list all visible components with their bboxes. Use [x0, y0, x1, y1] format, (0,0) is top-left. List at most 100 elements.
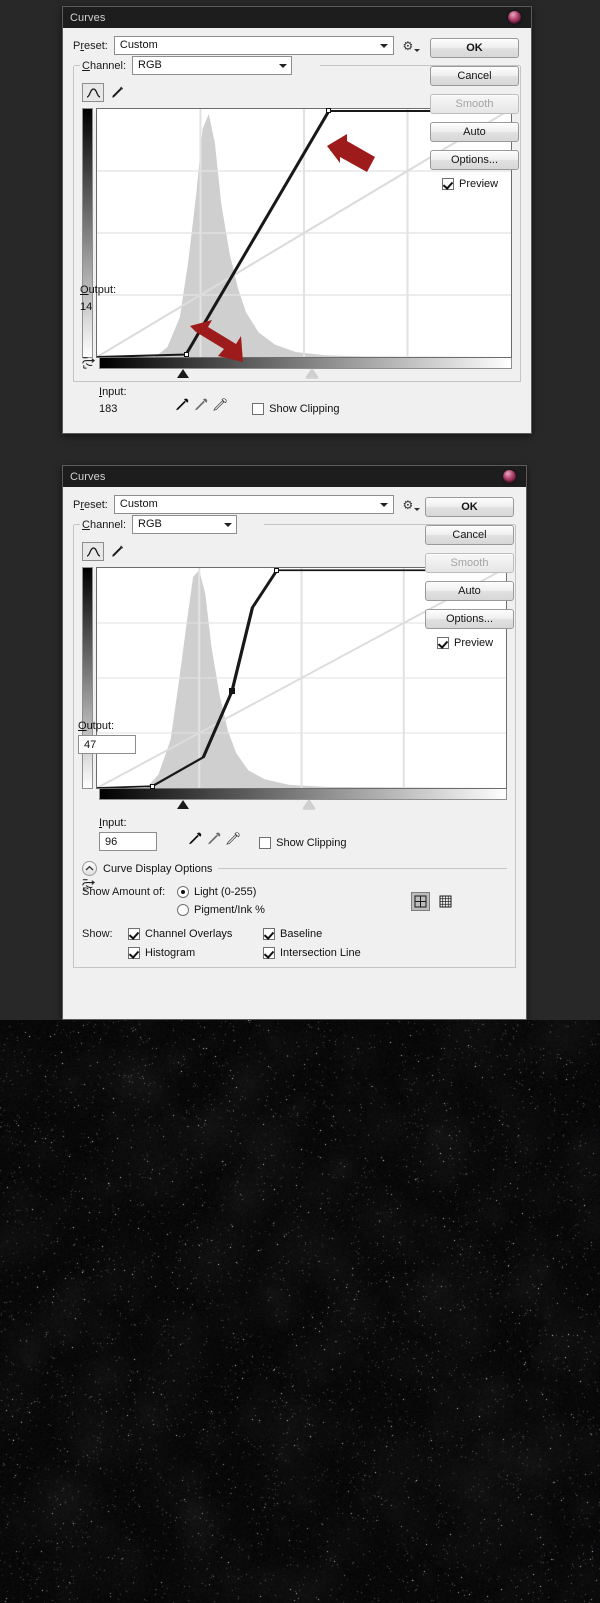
grid-tenths-button[interactable] — [436, 892, 455, 911]
white-point-eyedropper-icon[interactable] — [212, 396, 228, 412]
baseline-checkbox[interactable] — [263, 928, 275, 940]
dialog-titlebar[interactable]: Curves — [63, 466, 526, 487]
histogram-row[interactable]: Histogram — [128, 947, 253, 959]
curve-draw-tool-button[interactable] — [82, 83, 104, 102]
light-label: Light (0-255) — [194, 886, 257, 898]
gear-icon[interactable]: ⚙ — [400, 38, 420, 54]
pigment-label: Pigment/Ink % — [194, 904, 265, 916]
channel-label: Channel: — [82, 518, 127, 531]
pencil-tool-button[interactable] — [106, 83, 128, 102]
output-field[interactable]: 47 — [78, 735, 136, 754]
preset-value: Custom — [119, 498, 158, 510]
pencil-icon — [111, 545, 123, 557]
channel-select[interactable]: RGB — [132, 515, 238, 534]
white-point-eyedropper-icon[interactable] — [225, 830, 241, 846]
output-label: Output: — [78, 720, 115, 732]
input-label: Input: — [99, 817, 127, 829]
white-point-slider[interactable] — [305, 369, 318, 378]
auto-button[interactable]: Auto — [425, 581, 514, 601]
smooth-curve-values-icon[interactable] — [80, 353, 97, 373]
chevron-down-icon[interactable] — [221, 516, 234, 533]
grid-quarters-button[interactable] — [411, 892, 430, 911]
gray-point-eyedropper-icon[interactable] — [206, 830, 222, 846]
gear-icon[interactable]: ⚙ — [400, 497, 420, 513]
black-point-slider[interactable] — [177, 369, 190, 378]
show-clipping-label: Show Clipping — [276, 837, 347, 849]
chevron-down-icon[interactable] — [276, 57, 289, 74]
white-point-slider[interactable] — [303, 800, 315, 809]
curve-draw-tool-button[interactable] — [82, 542, 104, 561]
input-label: Input: — [99, 386, 127, 398]
histogram-checkbox[interactable] — [128, 947, 140, 959]
ok-button[interactable]: OK — [425, 497, 514, 517]
channel-label: Channel: — [82, 59, 127, 72]
dialog-title: Curves — [70, 11, 106, 24]
smooth-curve-values-icon[interactable] — [80, 875, 97, 895]
close-icon[interactable] — [508, 11, 521, 24]
channel-select[interactable]: RGB — [132, 56, 293, 75]
preset-label: Preset: — [73, 39, 108, 52]
preview-row[interactable]: Preview — [442, 178, 519, 190]
show-clipping-checkbox[interactable] — [259, 837, 272, 849]
preview-row[interactable]: Preview — [437, 637, 514, 649]
curve-display-options-title: Curve Display Options — [103, 862, 213, 875]
preview-checkbox[interactable] — [442, 178, 454, 190]
channel-overlays-checkbox[interactable] — [128, 928, 140, 940]
dialog-titlebar[interactable]: Curves — [63, 7, 531, 28]
curve-display-options-header[interactable]: Curve Display Options — [82, 861, 507, 876]
show-clipping-row[interactable]: Show Clipping — [259, 837, 346, 849]
cancel-button[interactable]: Cancel — [430, 66, 519, 86]
control-point-low[interactable] — [149, 783, 155, 789]
cancel-button[interactable]: Cancel — [425, 525, 514, 545]
black-point-eyedropper-icon[interactable] — [187, 830, 203, 846]
eyedropper-group — [174, 396, 228, 415]
input-field[interactable]: 96 — [99, 832, 157, 851]
black-point-eyedropper-icon[interactable] — [174, 396, 190, 412]
show-clipping-row[interactable]: Show Clipping — [252, 403, 339, 415]
input-gradient-bar — [99, 789, 507, 800]
channel-overlays-row[interactable]: Channel Overlays — [128, 928, 253, 940]
control-point-high[interactable] — [326, 108, 332, 114]
preset-select[interactable]: Custom — [113, 36, 394, 55]
output-group: Output: 14 — [80, 284, 116, 313]
input-row: Input: 96 Show Clipping — [82, 817, 507, 851]
dialog-buttons-2: OK Cancel Smooth Auto Options... Preview — [425, 497, 514, 649]
input-row: Input: 183 Show Clipping — [82, 386, 512, 415]
gray-point-eyedropper-icon[interactable] — [193, 396, 209, 412]
preview-checkbox[interactable] — [437, 637, 449, 649]
preset-select[interactable]: Custom — [113, 495, 394, 514]
options-button[interactable]: Options... — [430, 150, 519, 170]
show-clipping-checkbox[interactable] — [252, 403, 265, 415]
control-point-high[interactable] — [274, 567, 280, 573]
eyedropper-group — [187, 830, 241, 849]
options-button[interactable]: Options... — [425, 609, 514, 629]
show-clipping-label: Show Clipping — [269, 403, 340, 415]
baseline-row[interactable]: Baseline — [263, 928, 361, 940]
input-sliders[interactable] — [99, 369, 512, 380]
intersection-line-checkbox[interactable] — [263, 947, 275, 959]
curves-dialog-1[interactable]: Curves Preset: Custom ⚙ Channel: RGB Out… — [62, 6, 532, 434]
chevron-down-icon[interactable] — [378, 496, 391, 513]
ok-button[interactable]: OK — [430, 38, 519, 58]
control-point-low[interactable] — [183, 352, 189, 358]
input-sliders[interactable] — [99, 800, 507, 811]
radio-light-row[interactable]: Light (0-255) — [177, 886, 411, 898]
curve-icon — [86, 546, 100, 557]
black-point-slider[interactable] — [176, 800, 189, 809]
output-value: 14 — [80, 301, 93, 313]
curves-dialog-2[interactable]: Curves Preset: Custom ⚙ Channel: RGB Out… — [62, 465, 527, 1201]
pencil-tool-button[interactable] — [106, 542, 128, 561]
pigment-radio[interactable] — [177, 904, 189, 916]
preview-label: Preview — [454, 637, 494, 649]
close-icon[interactable] — [503, 470, 516, 483]
intersection-line-row[interactable]: Intersection Line — [263, 947, 361, 959]
auto-button[interactable]: Auto — [430, 122, 519, 142]
control-point-selected[interactable] — [228, 688, 235, 695]
output-gradient-bar — [82, 567, 93, 789]
dialog-buttons-1: OK Cancel Smooth Auto Options... Preview — [430, 38, 519, 190]
radio-pigment-row[interactable]: Pigment/Ink % — [177, 904, 411, 916]
dialog-title: Curves — [70, 470, 106, 483]
chevron-down-icon[interactable] — [378, 37, 391, 54]
light-radio[interactable] — [177, 886, 189, 898]
chevron-up-icon[interactable] — [82, 861, 97, 876]
